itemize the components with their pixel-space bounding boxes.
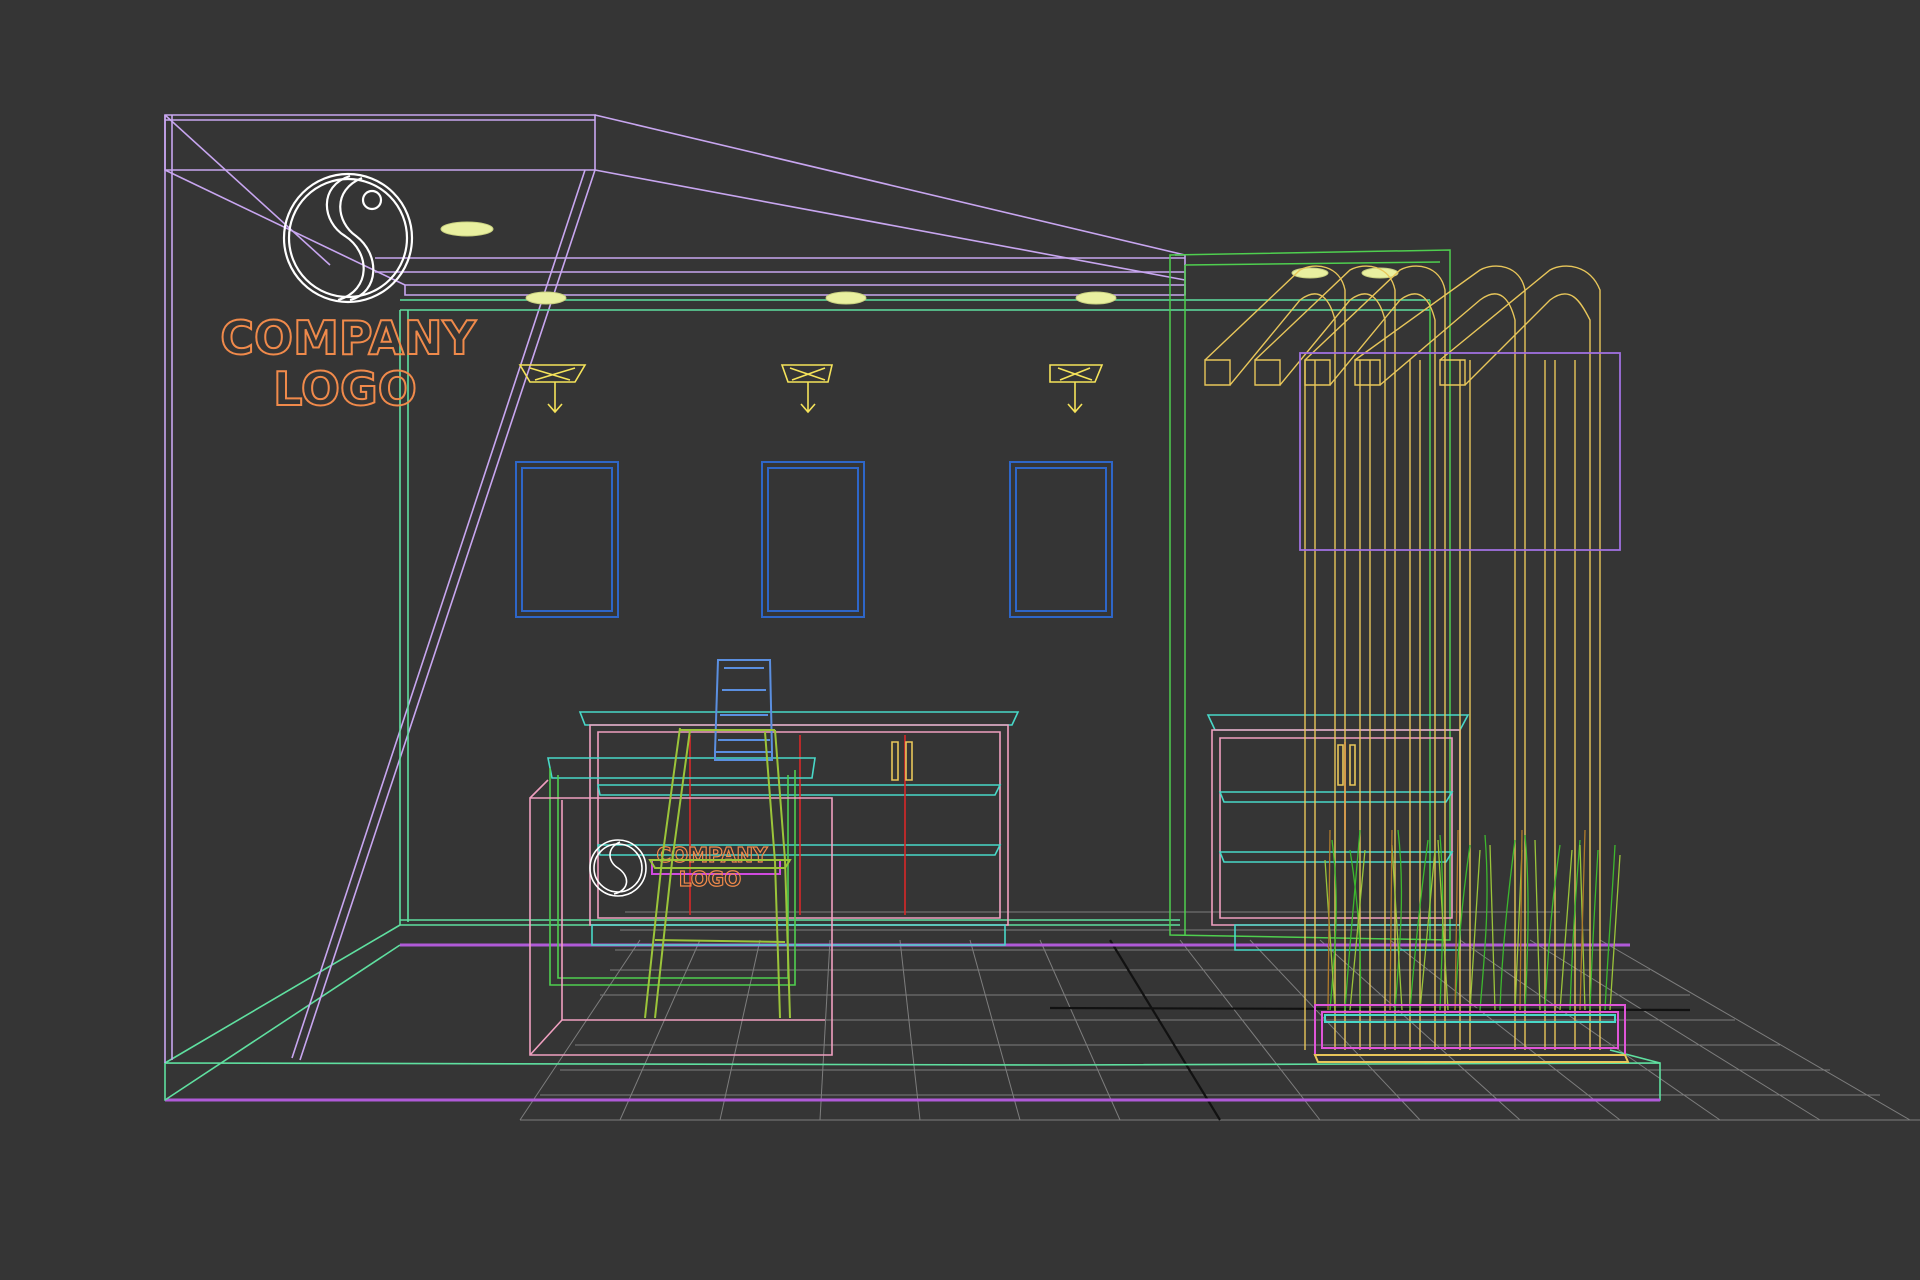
- counter-sign-line2: LOGO: [679, 867, 741, 891]
- floor-grid: [519, 911, 1920, 1121]
- display-shelf-left: [578, 711, 1020, 946]
- downlight: [825, 291, 867, 305]
- spotlights: [518, 364, 1104, 414]
- wall-sign-line2: LOGO: [273, 362, 417, 416]
- wall-sign-line1: COMPANY: [220, 311, 476, 365]
- scene-canvas[interactable]: COMPANY LOGO COMPANY LOGO: [0, 0, 1920, 1280]
- downlight: [525, 291, 567, 305]
- plants: [1324, 829, 1621, 1011]
- downlight: [440, 221, 494, 237]
- bar-chair: [644, 659, 792, 1019]
- bamboo-partition: [1204, 265, 1601, 1050]
- planter-box: [1313, 1004, 1630, 1063]
- ceiling-downlights: [440, 221, 1399, 305]
- spotlight-icon: [1049, 364, 1104, 414]
- downlight: [1075, 291, 1117, 305]
- wall-frame: [1009, 461, 1113, 618]
- yin-yang-s-icon: [282, 172, 414, 304]
- spotlight-icon: [518, 364, 587, 414]
- wireframe-viewport[interactable]: COMPANY LOGO COMPANY LOGO: [0, 0, 1920, 1280]
- spotlight-icon: [780, 364, 834, 414]
- wall-frame: [761, 461, 865, 618]
- wall-frames: [515, 461, 1113, 618]
- wall-frame: [515, 461, 619, 618]
